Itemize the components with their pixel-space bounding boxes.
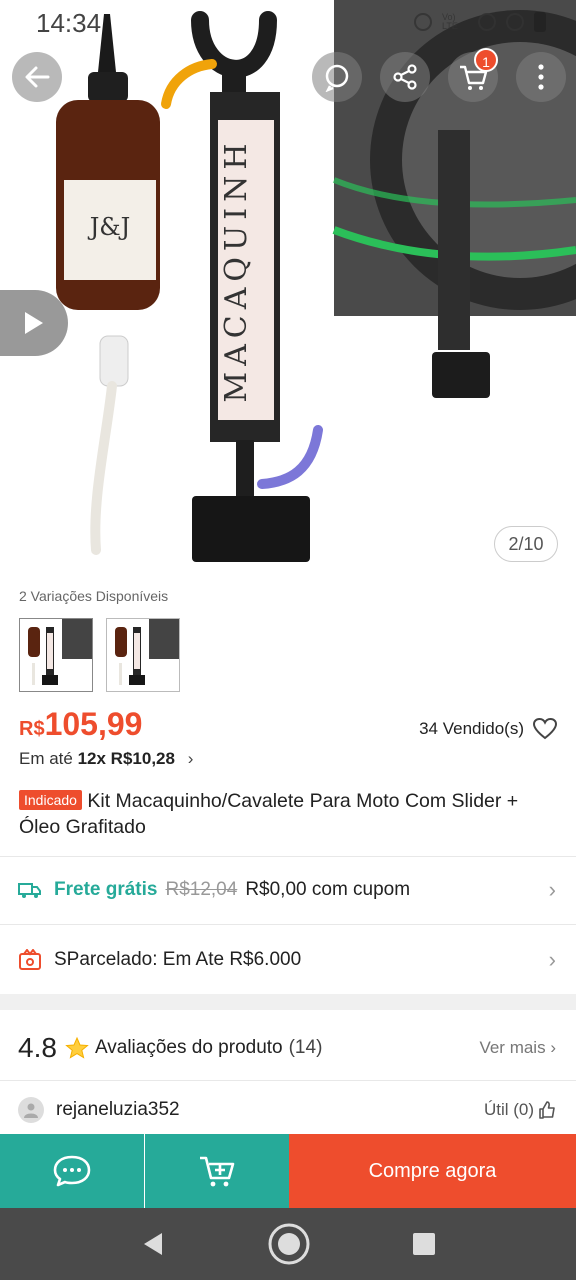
buy-now-button[interactable]: Compre agora: [289, 1134, 576, 1208]
variation-option-2[interactable]: [106, 618, 180, 692]
cart-count-badge: 1: [474, 48, 498, 72]
alarm-icon: [414, 13, 432, 31]
status-time: 14:34: [36, 8, 102, 38]
variations-title: 2 Variações Disponíveis: [19, 588, 169, 604]
image-counter: 2/10: [494, 526, 558, 562]
parcel-icon: [19, 949, 41, 970]
wifi-icon: [478, 13, 496, 31]
whatsapp-icon: [325, 64, 349, 92]
divider: [0, 924, 576, 925]
variation-thumbnail: [115, 619, 179, 685]
chevron-right-icon: ›: [550, 1038, 556, 1057]
helpful-button[interactable]: Útil (0): [484, 1100, 556, 1120]
avatar: [18, 1097, 44, 1123]
installments-prefix: Em até: [19, 749, 73, 768]
user-icon: [24, 1103, 38, 1118]
installments-link[interactable]: Em até 12x R$10,28 ›: [19, 749, 193, 769]
signal-icon: [506, 13, 524, 31]
back-arrow-icon: [25, 66, 50, 88]
star-icon: [65, 1036, 89, 1059]
back-button[interactable]: [12, 52, 62, 102]
financing-row[interactable]: SParcelado: Em Ate R$6.000 ›: [0, 926, 576, 994]
truck-icon: [18, 883, 41, 898]
shipping-row[interactable]: Frete grátis R$12,04 R$0,00 com cupom ›: [0, 856, 576, 924]
chevron-right-icon: ›: [548, 947, 556, 972]
system-nav-bar: [0, 1208, 576, 1280]
price-currency: R$: [19, 718, 45, 740]
ratings-count: (14): [288, 1037, 323, 1058]
rating-score: 4.8: [18, 1032, 57, 1063]
share-icon: [393, 64, 417, 90]
free-shipping-label: Frete grátis: [54, 879, 158, 900]
helpful-label: Útil (0): [483, 1100, 534, 1119]
stand-label: MACAQUINH: [219, 137, 254, 402]
share-button[interactable]: [380, 52, 430, 102]
product-gallery[interactable]: J&J MACAQUINH 14:34 Vo) LTE 1 2/10: [0, 0, 576, 580]
review-item: rejaneluzia352 Útil (0): [0, 1090, 576, 1130]
financing-text: SParcelado: Em Ate R$6.000: [54, 949, 302, 970]
status-icons: Vo) LTE: [414, 12, 546, 32]
chevron-right-icon: ›: [548, 877, 556, 902]
product-price: R$ 105,99: [19, 706, 142, 743]
bottom-action-bar: Compre agora: [0, 1134, 576, 1208]
whatsapp-share-button[interactable]: [312, 52, 362, 102]
chat-icon: [53, 1155, 91, 1187]
add-to-cart-button[interactable]: [145, 1134, 289, 1208]
play-icon: [25, 312, 43, 334]
ratings-label: Avaliações do produto: [94, 1037, 283, 1058]
status-bar: 14:34 Vo) LTE: [0, 0, 576, 44]
battery-icon: [534, 12, 546, 32]
nav-recents-icon[interactable]: [412, 1232, 436, 1256]
play-video-button[interactable]: [0, 290, 68, 356]
reviewer-username: rejaneluzia352: [56, 1099, 180, 1120]
section-gap: [0, 994, 576, 1010]
price-value: 105,99: [44, 706, 143, 742]
chat-button[interactable]: [0, 1134, 144, 1208]
see-more-link[interactable]: Ver mais ›: [479, 1038, 556, 1058]
divider: [0, 1080, 576, 1081]
sold-count: 34 Vendido(s): [419, 719, 524, 738]
installments-value: 12x R$10,28: [77, 749, 175, 768]
nav-home-icon[interactable]: [267, 1222, 311, 1266]
nav-back-icon[interactable]: [140, 1230, 166, 1258]
variation-thumbnail: [28, 619, 92, 685]
indicado-badge: Indicado: [19, 790, 82, 810]
see-more-label: Ver mais: [479, 1038, 546, 1057]
more-options-button[interactable]: [516, 52, 566, 102]
add-to-cart-icon: [200, 1156, 235, 1187]
more-icon: [538, 64, 544, 90]
thumbs-up-icon: [539, 1101, 555, 1119]
shipping-new-price: R$0,00 com cupom: [245, 879, 411, 900]
product-title: Indicado Kit Macaquinho/Cavalete Para Mo…: [19, 788, 564, 840]
cart-button[interactable]: 1: [448, 48, 498, 102]
heart-icon[interactable]: [532, 717, 558, 741]
product-title-text: Kit Macaquinho/Cavalete Para Moto Com Sl…: [19, 790, 519, 838]
ratings-header[interactable]: 4.8 Avaliações do produto (14) Ver mais …: [0, 1022, 576, 1074]
variation-option-1[interactable]: [19, 618, 93, 692]
bottle-label: J&J: [87, 213, 131, 241]
shipping-old-price: R$12,04: [165, 879, 238, 900]
variation-list: [19, 618, 180, 692]
buy-now-label: Compre agora: [368, 1159, 497, 1182]
chevron-right-icon: ›: [187, 749, 194, 768]
network-type: Vo) LTE: [442, 12, 458, 31]
